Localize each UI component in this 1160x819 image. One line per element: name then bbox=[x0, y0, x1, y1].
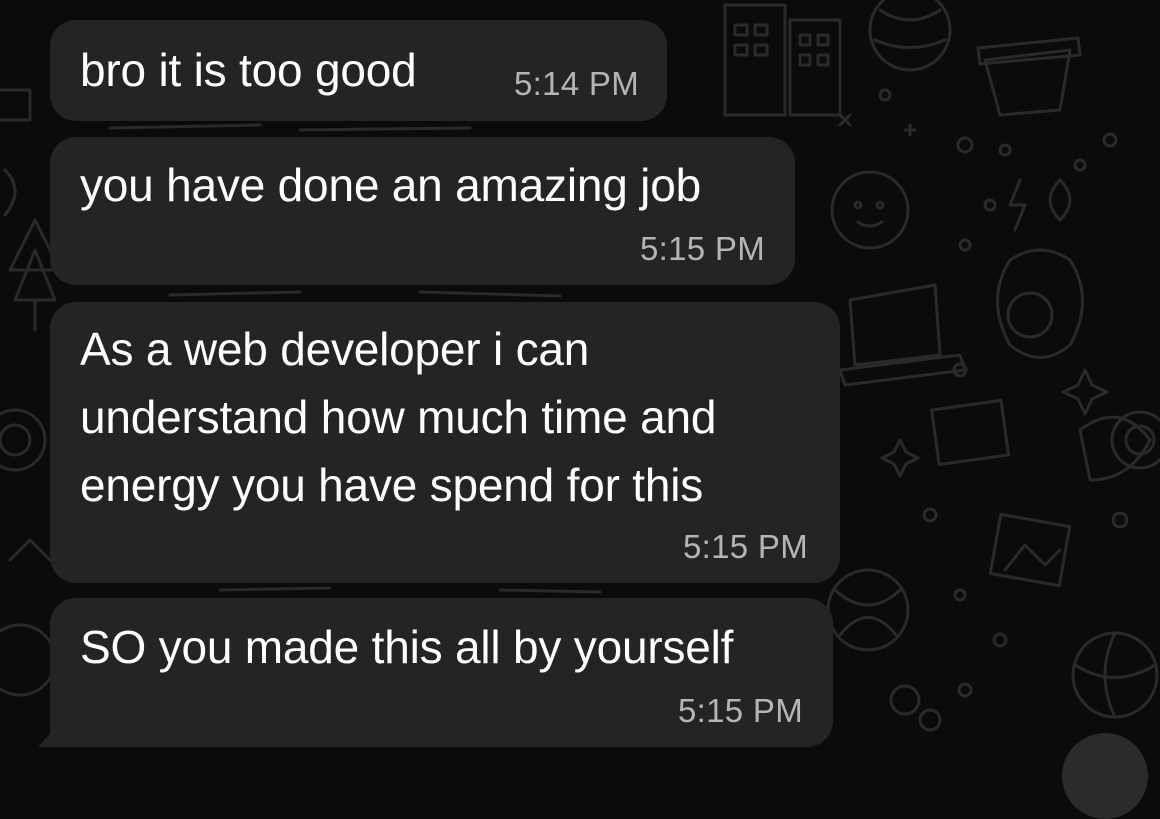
scroll-down-button[interactable] bbox=[1062, 733, 1148, 819]
message-bubble[interactable]: As a web developer i can understand how … bbox=[50, 302, 840, 583]
message-timestamp: 5:15 PM bbox=[683, 528, 808, 565]
message-text: you have done an amazing job bbox=[80, 159, 701, 211]
message-text: SO you made this all by yourself bbox=[80, 621, 734, 673]
message-bubble-tail bbox=[38, 725, 58, 747]
message-timestamp: 5:15 PM bbox=[678, 692, 803, 729]
message-bubble[interactable]: bro it is too good 5:14 PM bbox=[50, 20, 667, 121]
message-timestamp: 5:14 PM bbox=[514, 65, 639, 102]
message-text: As a web developer i can understand how … bbox=[80, 323, 717, 511]
message-bubble[interactable]: you have done an amazing job 5:15 PM bbox=[50, 137, 795, 285]
message-text: bro it is too good bbox=[80, 44, 417, 96]
message-bubble[interactable]: SO you made this all by yourself 5:15 PM bbox=[50, 598, 833, 747]
message-timestamp: 5:15 PM bbox=[640, 230, 765, 267]
